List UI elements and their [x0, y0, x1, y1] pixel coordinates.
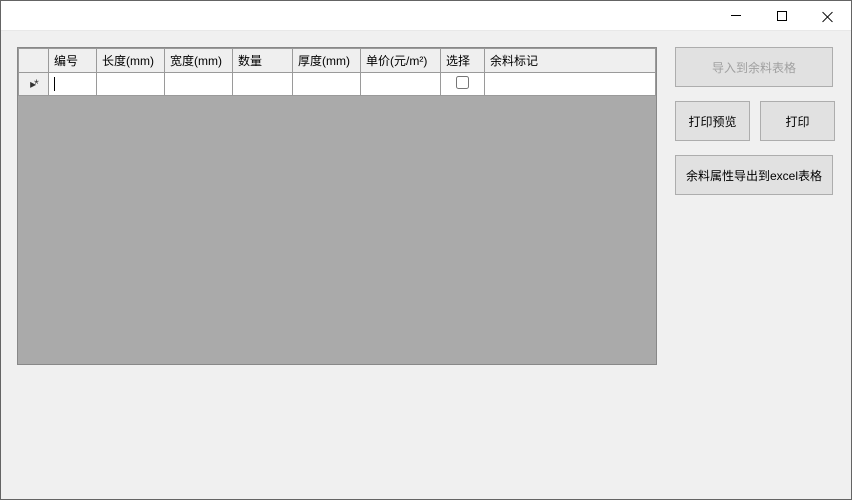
grid-header-width[interactable]: 宽度(mm) — [165, 49, 233, 73]
grid-cell-width[interactable] — [165, 73, 233, 96]
text-caret — [54, 77, 55, 91]
app-window: 编号 长度(mm) 宽度(mm) 数量 厚度(mm) 单价(元/m²) 选择 余… — [0, 0, 852, 500]
grid-header-mark[interactable]: 余料标记 — [485, 49, 656, 73]
print-button-row: 打印预览 打印 — [675, 101, 835, 141]
client-area: 编号 长度(mm) 宽度(mm) 数量 厚度(mm) 单价(元/m²) 选择 余… — [1, 31, 851, 499]
grid-row-indicator: ▸* — [19, 73, 49, 96]
import-button[interactable]: 导入到余料表格 — [675, 47, 833, 87]
maximize-button[interactable] — [759, 1, 805, 31]
close-icon — [822, 10, 834, 22]
grid-header-select[interactable]: 选择 — [441, 49, 485, 73]
minimize-icon — [731, 15, 741, 16]
minimize-button[interactable] — [713, 1, 759, 31]
print-button[interactable]: 打印 — [760, 101, 835, 141]
grid-cell-qty[interactable] — [233, 73, 293, 96]
data-grid[interactable]: 编号 长度(mm) 宽度(mm) 数量 厚度(mm) 单价(元/m²) 选择 余… — [17, 47, 657, 365]
grid-cell-thickness[interactable] — [293, 73, 361, 96]
grid-header-rowselector[interactable] — [19, 49, 49, 73]
titlebar — [1, 1, 851, 31]
select-checkbox[interactable] — [456, 76, 469, 89]
grid-header-length[interactable]: 长度(mm) — [97, 49, 165, 73]
grid-header-thickness[interactable]: 厚度(mm) — [293, 49, 361, 73]
grid-header-qty[interactable]: 数量 — [233, 49, 293, 73]
grid-cell-price[interactable] — [361, 73, 441, 96]
grid-header-id[interactable]: 编号 — [49, 49, 97, 73]
export-excel-button[interactable]: 余料属性导出到excel表格 — [675, 155, 833, 195]
grid-header-price[interactable]: 单价(元/m²) — [361, 49, 441, 73]
print-preview-button[interactable]: 打印预览 — [675, 101, 750, 141]
close-button[interactable] — [805, 1, 851, 31]
grid-new-row[interactable]: ▸* — [19, 73, 656, 96]
grid-cell-id[interactable] — [49, 73, 97, 96]
sidebar: 导入到余料表格 打印预览 打印 余料属性导出到excel表格 — [675, 47, 835, 483]
grid-header-row: 编号 长度(mm) 宽度(mm) 数量 厚度(mm) 单价(元/m²) 选择 余… — [19, 49, 656, 73]
grid-cell-mark[interactable] — [485, 73, 656, 96]
maximize-icon — [777, 11, 787, 21]
grid-cell-length[interactable] — [97, 73, 165, 96]
grid-cell-select[interactable] — [441, 73, 485, 96]
